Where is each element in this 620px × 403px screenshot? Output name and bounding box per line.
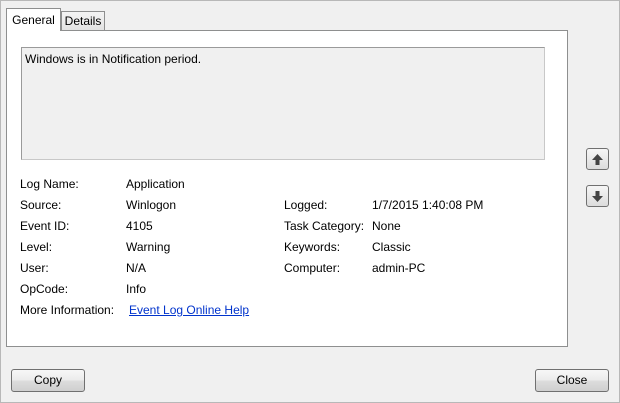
task-category-value: None [372,219,401,233]
tab-details[interactable]: Details [61,11,105,31]
event-log-online-help-link[interactable]: Event Log Online Help [129,303,249,317]
more-information-label: More Information: [20,303,115,317]
opcode-label: OpCode: [20,282,69,296]
computer-value: admin-PC [372,261,426,275]
logged-value: 1/7/2015 1:40:08 PM [372,198,484,212]
user-label: User: [20,261,49,275]
source-label: Source: [20,198,62,212]
keywords-label: Keywords: [284,240,341,254]
event-id-value: 4105 [126,219,153,233]
level-value: Warning [126,240,171,254]
close-button[interactable]: Close [535,369,609,392]
opcode-value: Info [126,282,147,296]
user-value: N/A [126,261,147,275]
level-label: Level: [20,240,53,254]
task-category-label: Task Category: [284,219,365,233]
event-description-text: Windows is in Notification period. [25,52,202,66]
event-id-label: Event ID: [20,219,70,233]
log-name-value: Application [126,177,185,191]
source-value: Winlogon [126,198,177,212]
previous-event-button[interactable] [586,148,609,170]
logged-label: Logged: [284,198,328,212]
event-description-box[interactable]: Windows is in Notification period. [21,47,545,160]
next-event-button[interactable] [586,185,609,207]
copy-button[interactable]: Copy [11,369,85,392]
computer-label: Computer: [284,261,341,275]
arrow-down-icon [592,190,603,202]
keywords-value: Classic [372,240,411,254]
tab-general[interactable]: General [6,8,61,31]
log-name-label: Log Name: [20,177,79,191]
arrow-up-icon [592,153,603,165]
